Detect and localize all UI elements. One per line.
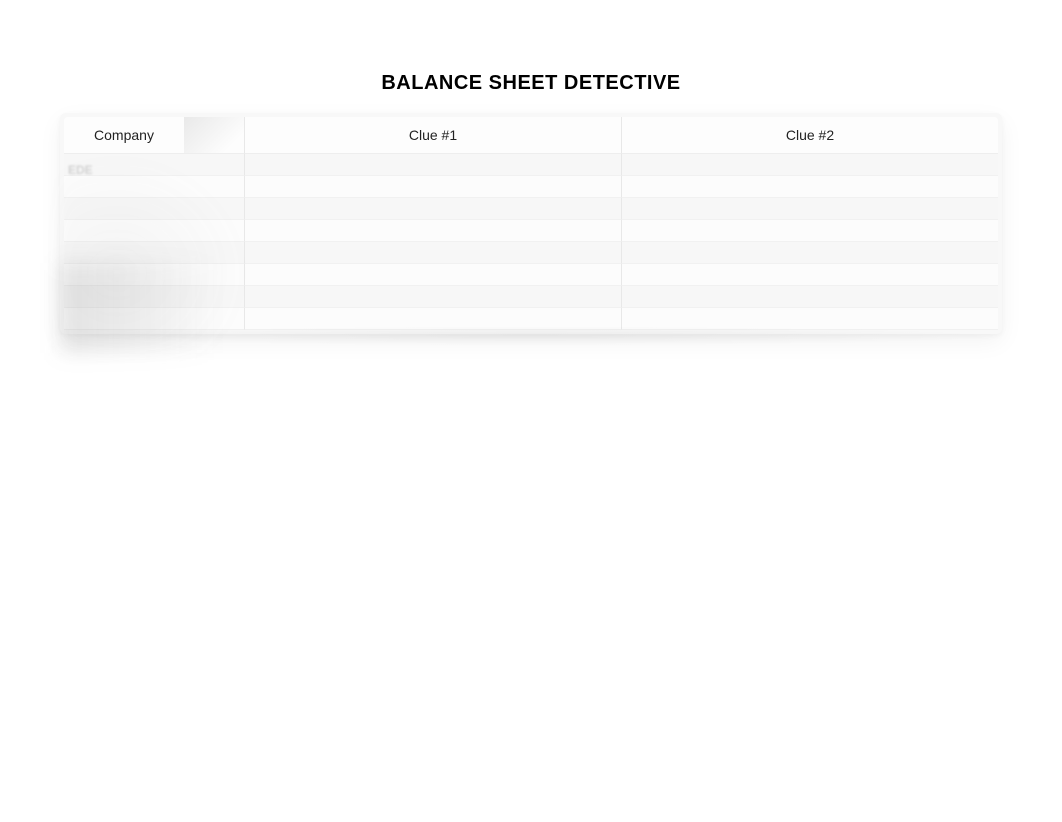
table-row [64,176,998,198]
table-row [64,242,998,264]
cell-company [64,308,184,330]
cell-number [184,308,244,330]
table-row [64,198,998,220]
cell-clue-2 [621,264,998,286]
clues-table: Company Clue #1 Clue #2 [64,117,998,330]
table-row [64,286,998,308]
cell-clue-1 [244,154,621,176]
cell-clue-1 [244,242,621,264]
page-title: BALANCE SHEET DETECTIVE [0,0,1062,113]
cell-clue-2 [621,154,998,176]
header-clue-1: Clue #1 [244,117,621,154]
header-clue-2: Clue #2 [621,117,998,154]
cell-clue-2 [621,242,998,264]
cell-clue-2 [621,176,998,198]
cell-clue-1 [244,220,621,242]
cell-clue-2 [621,220,998,242]
table-header-row: Company Clue #1 Clue #2 [64,117,998,154]
table-row [64,264,998,286]
cell-number [184,286,244,308]
cell-number [184,264,244,286]
cell-clue-2 [621,286,998,308]
cell-number [184,154,244,176]
cell-clue-1 [244,176,621,198]
cell-clue-1 [244,286,621,308]
cell-clue-1 [244,308,621,330]
cell-company [64,176,184,198]
table-row [64,308,998,330]
table-row [64,220,998,242]
cell-number [184,242,244,264]
cell-number [184,220,244,242]
cell-number [184,198,244,220]
header-number [184,117,244,154]
table-body [64,154,998,330]
cell-company [64,264,184,286]
cell-company [64,220,184,242]
cell-clue-2 [621,198,998,220]
cell-clue-2 [621,308,998,330]
cell-company [64,242,184,264]
cell-company [64,286,184,308]
cell-company [64,198,184,220]
clues-table-wrapper: Company Clue #1 Clue #2 EDE [60,113,1002,334]
table-row [64,154,998,176]
cell-company [64,154,184,176]
cell-clue-1 [244,264,621,286]
cell-clue-1 [244,198,621,220]
header-company: Company [64,117,184,154]
cell-number [184,176,244,198]
